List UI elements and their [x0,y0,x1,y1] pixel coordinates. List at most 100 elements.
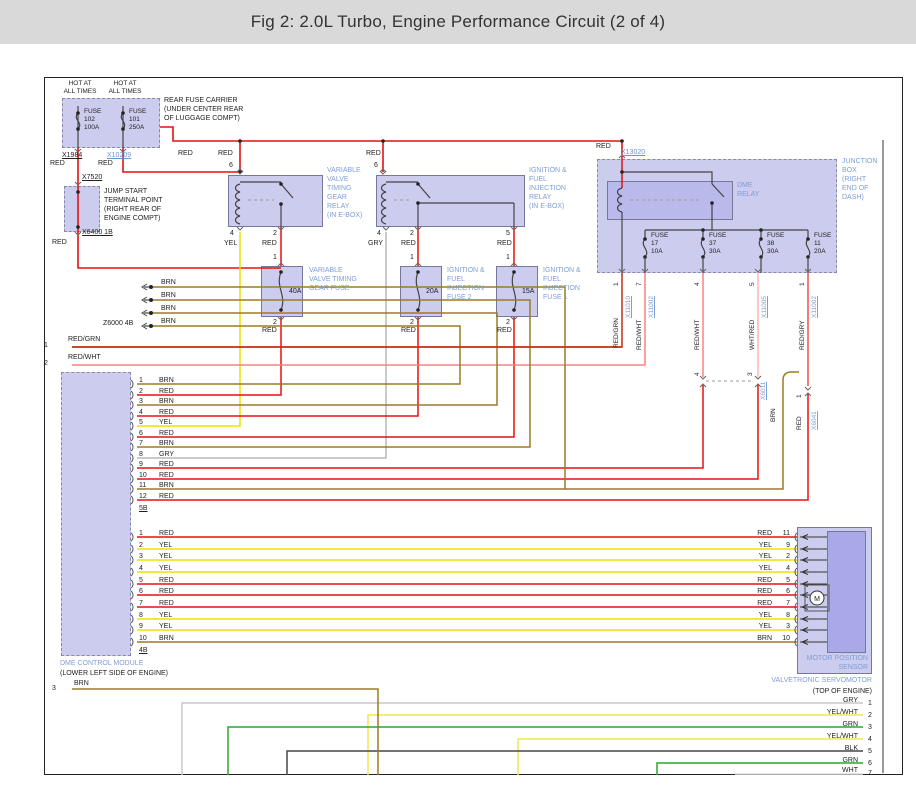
servo-pin: 7 [776,599,790,608]
wire [131,412,133,420]
servo-wire: YEL [742,541,772,550]
wire [759,239,762,257]
dme-5b-row: 8GRY [139,450,174,459]
dme-4b-row: 2YEL [139,541,172,550]
servo-pin: 11 [776,529,790,538]
vvt-relay-label: VARIABLE VALVE TIMING GEAR RELAY (IN E-B… [327,166,362,220]
x6011-pin-4: 4 [694,372,702,376]
connector-x13020-link[interactable]: X13020 [621,148,645,157]
wire [131,422,133,430]
fuse40-amp: 40A [289,287,301,296]
junction-dot [76,225,80,229]
wire-label-red: RED [218,149,233,158]
junction-dot [643,237,647,241]
wire [131,391,133,399]
junction-dot [710,201,714,205]
bottom-wire-label: BLK [786,744,858,753]
servo-pin: 3 [776,622,790,631]
bottom-wire-pin: 1 [868,699,872,708]
connector-x11010-link[interactable]: X11010 [625,296,633,318]
wire [137,317,418,416]
wire [618,188,623,212]
x6041-pin-1: 1 [796,394,804,398]
junction-dot [279,202,283,206]
bottom-wire-pin: 6 [868,759,872,768]
fuse20-amp: 20A [426,287,438,296]
ground-wire-2: BRN [161,291,176,300]
connector-x1984: X1984 [62,151,82,160]
junction-dot [149,298,153,302]
jb-out2-wire: RED/WHT [636,320,644,350]
junction-box-label: JUNCTION BOX (RIGHT END OF DASH) [842,157,877,202]
wire [131,626,133,634]
connector-x11002b-link[interactable]: X11002 [811,296,819,318]
wire-label-red: RED [796,416,804,430]
wire [131,454,133,462]
servo-wire: RED [742,576,772,585]
wire [416,272,419,310]
relay2-pin-2: 2 [410,229,414,238]
wire-label-brn: BRN [770,408,778,422]
servo-wire: YEL [742,552,772,561]
wire [805,387,811,390]
wire-label-red: RED [401,239,416,248]
relay1-pin-4: 4 [230,229,234,238]
bottom-wire-pin: 7 [868,769,872,778]
connector-x6400-1b: X6400 1B [82,228,113,237]
dme-5b-row: 6RED [139,429,174,438]
wire [131,485,133,493]
connector-x7520: X7520 [82,173,102,182]
connector-x6011-link[interactable]: X6011 [760,382,768,400]
junction-dot [701,228,705,232]
junction-dot [279,270,283,274]
jb-out4-wire: WHT/RED [749,320,757,350]
jb-out2-pin: 7 [636,282,644,286]
connector-x11002-link[interactable]: X11002 [648,296,656,318]
junction-dot [76,190,80,194]
ignition-relay-label: IGNITION & FUEL INJECTION RELAY (IN E-BO… [529,166,567,211]
servo-pin: 10 [776,634,790,643]
connector-x6041-link[interactable]: X6041 [811,411,819,430]
bottom-wire-label: GRN [786,720,858,729]
wire [418,203,514,227]
dme-5b-row: 5YEL [139,418,172,427]
ground-point-z6000: Z6000 4B [103,319,133,328]
junction-dot [759,228,763,232]
dme-5b-row: 10RED [139,471,174,480]
junction-dot [512,270,516,274]
dme-5b-row: 12RED [139,492,174,501]
bottom-wire-pin: 4 [868,735,872,744]
servo-wire: BRN [742,634,772,643]
jb-fuse-17: FUSE 17 10A [651,232,668,256]
wire [137,385,758,479]
dme-5b-row: 1BRN [139,376,174,385]
inj-fuse2-label: IGNITION & FUEL INJECTION FUSE 2 [447,266,485,302]
ground-wire-3-label: BRN [74,679,89,688]
servo-pin: 5 [776,576,790,585]
dme-relay-label: DME RELAY [737,181,759,199]
fuse15-amp: 15A [522,287,534,296]
wire [712,184,724,197]
motor-symbol-label: M [814,596,820,603]
ground-wire-3-pin: 3 [52,684,56,693]
wire [131,556,133,564]
connector-x11005-link[interactable]: X11005 [761,296,769,318]
servo-wire: RED [742,599,772,608]
wire [137,313,497,405]
bottom-wire-label: YEL/WHT [786,708,858,717]
junction-dot [381,139,385,143]
fuse-102-label: FUSE 102 100A [84,108,101,132]
servo-pin: 8 [776,611,790,620]
feed1-pin: 1 [44,341,48,350]
wire [131,533,133,541]
servo-pin: 4 [776,564,790,573]
jb-fuse-37: FUSE 37 30A [709,232,726,256]
servo-wire: RED [742,529,772,538]
dme-module-location: (LOWER LEFT SIDE OF ENGINE) [60,669,168,678]
wire-label-red: RED [262,239,277,248]
dme-5b-row: 7BRN [139,439,174,448]
wire [281,184,293,198]
wiring-diagram-page: Fig 2: 2.0L Turbo, Engine Performance Ci… [0,0,916,806]
wire [137,317,514,437]
motor-position-sensor-label: MOTOR POSITION SENSOR [798,654,868,672]
